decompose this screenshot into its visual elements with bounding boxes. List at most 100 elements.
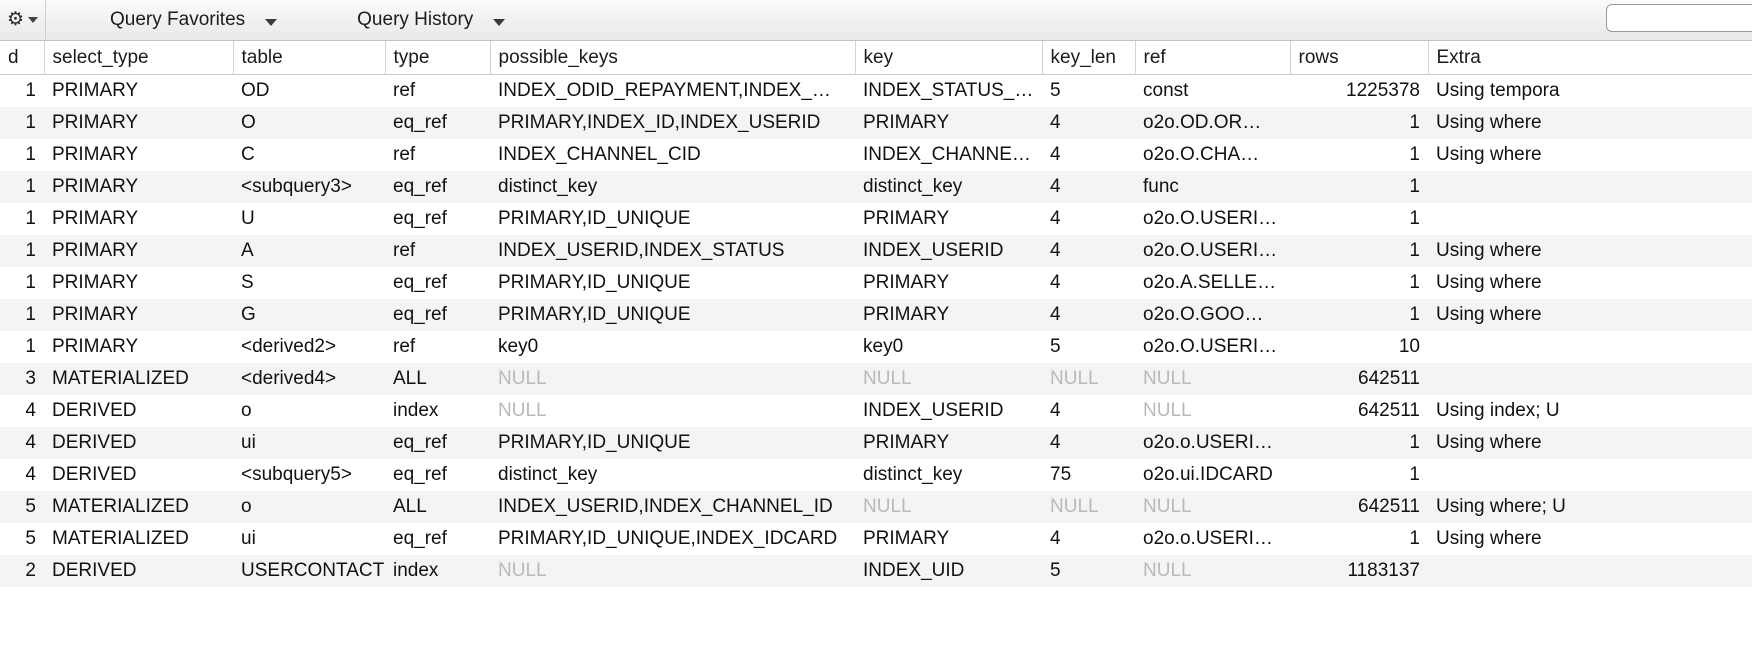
row-cell-possible-keys[interactable]: INDEX_USERID,INDEX_CHANNEL_ID — [490, 491, 855, 523]
table-row[interactable]: 4 DERIVED o index NULL INDEX_USERID 4 NULL 64251… — [0, 395, 1752, 427]
column-header-rows[interactable]: rows — [1290, 41, 1429, 75]
row-cell-key[interactable]: PRIMARY — [855, 427, 1042, 459]
row-cell-key[interactable]: NULL — [855, 491, 1042, 523]
query-history-button[interactable]: Query History — [339, 0, 523, 41]
row-cell-id[interactable]: 5 — [0, 523, 44, 555]
row-cell-type[interactable]: ref — [385, 74, 490, 107]
row-cell-table[interactable]: ui — [233, 427, 385, 459]
row-cell-select-type[interactable]: PRIMARY — [44, 171, 233, 203]
row-cell-type[interactable]: ref — [385, 139, 490, 171]
row-cell-rows[interactable]: 1183137 — [1290, 555, 1428, 587]
row-cell-select-type[interactable]: DERIVED — [44, 395, 233, 427]
column-header-ref[interactable]: ref — [1135, 41, 1291, 75]
row-cell-extra[interactable]: Using where — [1428, 523, 1752, 555]
row-cell-rows[interactable]: 1 — [1290, 139, 1428, 171]
row-cell-extra[interactable] — [1428, 203, 1752, 235]
row-cell-key[interactable]: distinct_key — [855, 459, 1042, 491]
row-cell-type[interactable]: ref — [385, 235, 490, 267]
row-cell-possible-keys[interactable]: distinct_key — [490, 459, 855, 491]
table-row[interactable]: 1 PRIMARY Seq_ref PRIMARY,ID_UNIQUE PRIMARY 4… — [0, 267, 1752, 299]
row-cell-extra[interactable] — [1428, 363, 1752, 395]
row-cell-rows[interactable]: 642511 — [1290, 395, 1428, 427]
table-row[interactable]: 4 DERIVED ui eq_ref PRIMARY,ID_UNIQUE PRIMARY… — [0, 427, 1752, 459]
row-cell-key[interactable]: INDEX_USERID — [855, 395, 1042, 427]
row-cell-id[interactable]: 1 — [0, 267, 44, 299]
row-cell-extra[interactable]: Using where; U — [1428, 491, 1752, 523]
row-cell-extra[interactable] — [1428, 459, 1752, 491]
row-cell-possible-keys[interactable]: PRIMARY,ID_UNIQUE,INDEX_IDCARD — [490, 523, 855, 555]
table-row[interactable]: 1 PRIMARY Geq_ref PRIMARY,ID_UNIQUE PRIMARY 4… — [0, 299, 1752, 331]
row-cell-type[interactable]: eq_ref — [385, 427, 490, 459]
row-cell-ref[interactable]: NULL — [1135, 491, 1290, 523]
row-cell-extra[interactable]: Using where — [1428, 235, 1752, 267]
row-cell-rows[interactable]: 1 — [1290, 267, 1428, 299]
row-cell-possible-keys[interactable]: distinct_key — [490, 171, 855, 203]
row-cell-key-len[interactable]: 4 — [1042, 139, 1135, 171]
row-cell-type[interactable]: eq_ref — [385, 523, 490, 555]
row-cell-id[interactable]: 1 — [0, 107, 44, 139]
row-cell-key[interactable]: PRIMARY — [855, 299, 1042, 331]
row-cell-extra[interactable]: Using tempora — [1428, 74, 1752, 107]
row-cell-rows[interactable]: 642511 — [1290, 363, 1428, 395]
row-cell-key[interactable]: INDEX_CHANNE… — [855, 139, 1042, 171]
row-cell-key-len[interactable]: 4 — [1042, 267, 1135, 299]
column-header-key[interactable]: key — [855, 41, 1043, 75]
row-cell-table[interactable]: <subquery3> — [233, 171, 385, 203]
row-cell-key-len[interactable]: 4 — [1042, 395, 1135, 427]
row-cell-select-type[interactable]: PRIMARY — [44, 235, 233, 267]
row-cell-table[interactable]: U — [233, 203, 385, 235]
table-row[interactable]: 1 PRIMARY Ueq_ref PRIMARY,ID_UNIQUE PRIMARY 4… — [0, 203, 1752, 235]
row-cell-key-len[interactable]: 4 — [1042, 171, 1135, 203]
row-cell-extra[interactable]: Using where — [1428, 299, 1752, 331]
row-cell-rows[interactable]: 1 — [1290, 427, 1428, 459]
row-cell-possible-keys[interactable]: NULL — [490, 395, 855, 427]
row-cell-select-type[interactable]: DERIVED — [44, 459, 233, 491]
column-header-type[interactable]: type — [385, 41, 491, 75]
row-cell-ref[interactable]: o2o.OD.OR… — [1135, 107, 1290, 139]
row-cell-possible-keys[interactable]: PRIMARY,ID_UNIQUE — [490, 203, 855, 235]
row-cell-select-type[interactable]: MATERIALIZED — [44, 491, 233, 523]
row-cell-extra[interactable]: Using where — [1428, 427, 1752, 459]
table-row[interactable]: 1 PRIMARY OD ref INDEX_ODID_REPAYMENT,INDEX_… — [0, 74, 1752, 107]
row-cell-table[interactable]: <derived4> — [233, 363, 385, 395]
row-cell-key[interactable]: PRIMARY — [855, 267, 1042, 299]
row-cell-key-len[interactable]: 5 — [1042, 74, 1135, 107]
row-cell-extra[interactable] — [1428, 555, 1752, 587]
row-cell-key[interactable]: INDEX_USERID — [855, 235, 1042, 267]
table-row[interactable]: 1 PRIMARY <derived2> ref key0 key0 5 o2o.O.USER… — [0, 331, 1752, 363]
row-cell-key[interactable]: key0 — [855, 331, 1042, 363]
gear-menu-button[interactable]: ⚙ — [0, 0, 46, 41]
row-cell-table[interactable]: S — [233, 267, 385, 299]
column-header-key-len[interactable]: key_len — [1042, 41, 1136, 75]
row-cell-type[interactable]: ALL — [385, 363, 490, 395]
row-cell-key-len[interactable]: 4 — [1042, 203, 1135, 235]
row-cell-ref[interactable]: NULL — [1135, 363, 1290, 395]
row-cell-possible-keys[interactable]: INDEX_CHANNEL_CID — [490, 139, 855, 171]
table-row[interactable]: 1 PRIMARY Aref INDEX_USERID,INDEX_STATUS IND… — [0, 235, 1752, 267]
row-cell-key-len[interactable]: 5 — [1042, 331, 1135, 363]
row-cell-ref[interactable]: o2o.O.CHA… — [1135, 139, 1290, 171]
row-cell-select-type[interactable]: PRIMARY — [44, 107, 233, 139]
row-cell-rows[interactable]: 1 — [1290, 171, 1428, 203]
row-cell-ref[interactable]: NULL — [1135, 555, 1290, 587]
row-cell-rows[interactable]: 10 — [1290, 331, 1428, 363]
row-cell-key[interactable]: PRIMARY — [855, 523, 1042, 555]
table-row[interactable]: 3 MATERIALIZED <derived4> ALL NULL NULL NULL NU… — [0, 363, 1752, 395]
row-cell-id[interactable]: 4 — [0, 395, 44, 427]
row-cell-key[interactable]: INDEX_STATUS_… — [855, 74, 1042, 107]
explain-result-grid[interactable]: d select_type table type possible_keys k… — [0, 41, 1752, 656]
row-cell-ref[interactable]: o2o.O.GOO… — [1135, 299, 1290, 331]
row-cell-id[interactable]: 4 — [0, 459, 44, 491]
row-cell-id[interactable]: 1 — [0, 299, 44, 331]
row-cell-table[interactable]: O — [233, 107, 385, 139]
row-cell-possible-keys[interactable]: INDEX_ODID_REPAYMENT,INDEX_… — [490, 74, 855, 107]
row-cell-possible-keys[interactable]: key0 — [490, 331, 855, 363]
row-cell-ref[interactable]: o2o.o.USERI… — [1135, 523, 1290, 555]
row-cell-rows[interactable]: 1 — [1290, 107, 1428, 139]
row-cell-ref[interactable]: o2o.A.SELLE… — [1135, 267, 1290, 299]
row-cell-type[interactable]: ref — [385, 331, 490, 363]
row-cell-table[interactable]: G — [233, 299, 385, 331]
row-cell-key[interactable]: INDEX_UID — [855, 555, 1042, 587]
row-cell-select-type[interactable]: DERIVED — [44, 427, 233, 459]
row-cell-key-len[interactable]: 5 — [1042, 555, 1135, 587]
